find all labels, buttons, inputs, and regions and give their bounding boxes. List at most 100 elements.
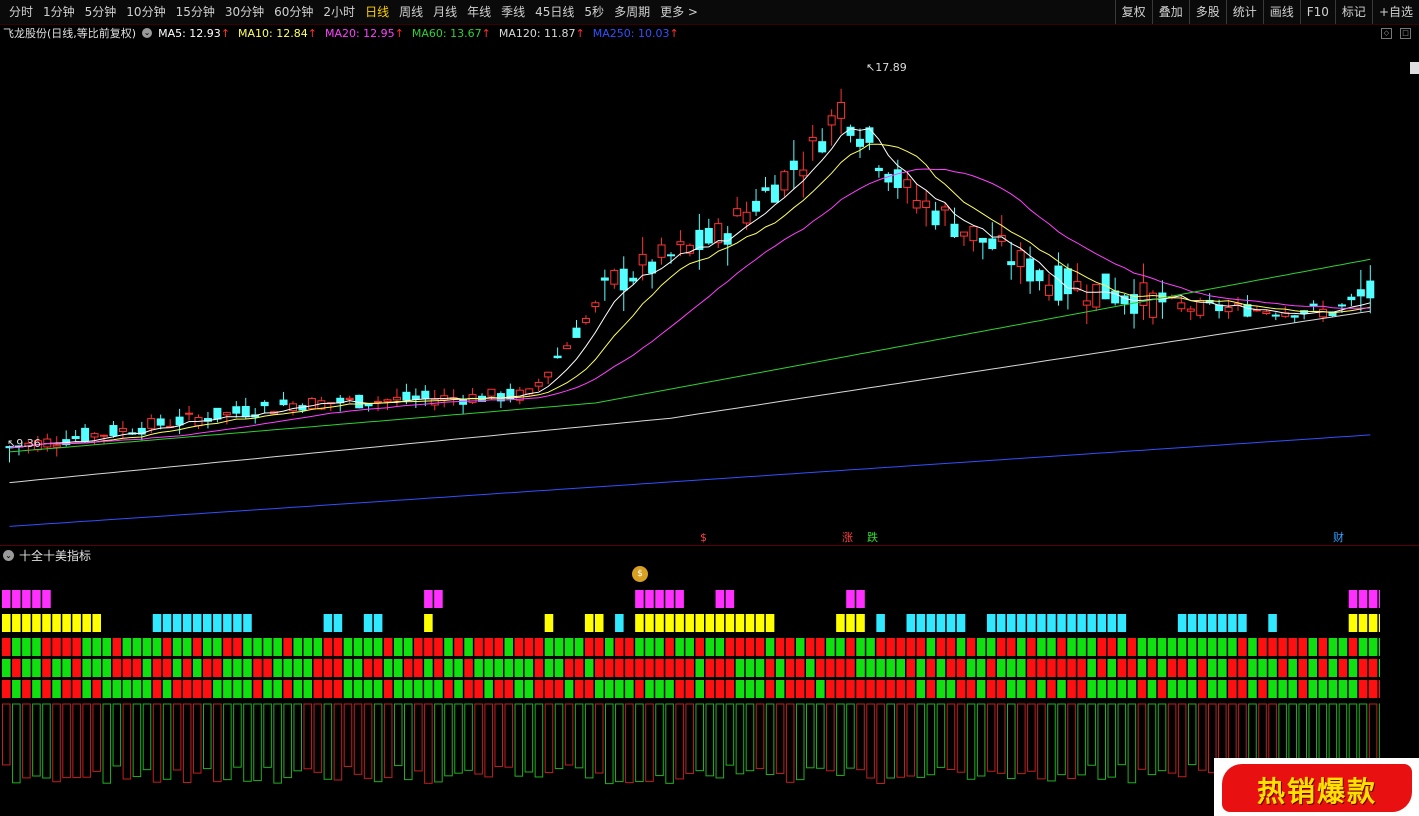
candle[interactable] xyxy=(874,165,883,178)
candle[interactable] xyxy=(638,237,647,281)
limit-down-mark[interactable]: 跌 xyxy=(867,531,878,544)
period-tab-9[interactable]: 周线 xyxy=(394,0,428,24)
settings-icon[interactable]: □ xyxy=(1400,28,1411,39)
candle[interactable] xyxy=(704,218,713,245)
candle[interactable] xyxy=(600,269,609,301)
indicator-toggle-icon[interactable]: ⌄ xyxy=(3,549,14,561)
period-tab-12[interactable]: 季线 xyxy=(496,0,530,24)
candle[interactable] xyxy=(1281,306,1290,319)
candle[interactable] xyxy=(421,385,430,407)
candle[interactable] xyxy=(185,405,194,421)
candle[interactable] xyxy=(846,124,855,143)
candle[interactable] xyxy=(818,128,827,154)
candle[interactable] xyxy=(808,124,817,161)
candle[interactable] xyxy=(1007,241,1016,280)
period-tab-13[interactable]: 45日线 xyxy=(530,0,579,24)
period-tab-3[interactable]: 10分钟 xyxy=(121,0,170,24)
candle[interactable] xyxy=(657,237,666,265)
period-tab-4[interactable]: 15分钟 xyxy=(171,0,220,24)
candles[interactable] xyxy=(5,88,1375,463)
candle[interactable] xyxy=(213,407,222,423)
candle[interactable] xyxy=(931,201,940,230)
candle[interactable] xyxy=(969,225,978,252)
tool-button-7[interactable]: +自选 xyxy=(1371,0,1419,24)
candle[interactable] xyxy=(865,125,874,151)
period-tab-1[interactable]: 1分钟 xyxy=(38,0,80,24)
candle[interactable] xyxy=(459,394,468,414)
candle[interactable] xyxy=(1290,314,1299,323)
candle[interactable] xyxy=(81,424,90,444)
candle[interactable] xyxy=(1271,312,1280,321)
limit-up-mark[interactable]: 涨 xyxy=(842,531,853,544)
indicator-chart[interactable] xyxy=(0,564,1380,816)
candle[interactable] xyxy=(1186,306,1195,321)
candle[interactable] xyxy=(307,396,316,410)
candle[interactable] xyxy=(553,347,562,359)
tool-button-2[interactable]: 多股 xyxy=(1188,0,1226,24)
period-tab-2[interactable]: 5分钟 xyxy=(80,0,122,24)
candlestick-chart[interactable] xyxy=(0,42,1410,544)
panel-divider[interactable] xyxy=(0,545,1419,546)
dividend-mark[interactable]: $ xyxy=(700,531,707,544)
tool-button-3[interactable]: 统计 xyxy=(1225,0,1263,24)
candle[interactable] xyxy=(884,172,893,192)
candle[interactable] xyxy=(997,215,1006,247)
candle[interactable] xyxy=(714,218,723,249)
candle[interactable] xyxy=(903,171,912,204)
candle[interactable] xyxy=(1215,299,1224,319)
period-tab-10[interactable]: 月线 xyxy=(428,0,462,24)
candle[interactable] xyxy=(685,243,694,257)
side-panel-toggle[interactable] xyxy=(1410,62,1419,74)
candle[interactable] xyxy=(1082,284,1091,325)
candle[interactable] xyxy=(1366,265,1375,314)
tool-button-0[interactable]: 复权 xyxy=(1114,0,1152,24)
candle[interactable] xyxy=(959,231,968,246)
candle[interactable] xyxy=(572,319,581,338)
candle[interactable] xyxy=(1139,263,1148,321)
period-tab-0[interactable]: 分时 xyxy=(4,0,38,24)
candle[interactable] xyxy=(260,400,269,414)
tool-button-6[interactable]: 标记 xyxy=(1334,0,1372,24)
promo-banner[interactable]: 热销爆款 xyxy=(1214,758,1419,816)
candle[interactable] xyxy=(742,201,751,230)
candle[interactable] xyxy=(222,411,231,425)
candle[interactable] xyxy=(1224,299,1233,319)
candle[interactable] xyxy=(534,378,543,392)
candle[interactable] xyxy=(1035,268,1044,291)
expand-icon[interactable]: ◇ xyxy=(1381,28,1392,39)
candle[interactable] xyxy=(279,391,288,407)
candle[interactable] xyxy=(468,388,477,405)
candle[interactable] xyxy=(71,430,80,442)
candle[interactable] xyxy=(610,268,619,289)
period-tab-7[interactable]: 2小时 xyxy=(318,0,360,24)
candle[interactable] xyxy=(1073,263,1082,292)
tool-button-1[interactable]: 叠加 xyxy=(1151,0,1189,24)
candle[interactable] xyxy=(856,128,864,159)
candle[interactable] xyxy=(733,196,742,217)
candle[interactable] xyxy=(563,342,572,350)
candle[interactable] xyxy=(232,401,241,418)
candle[interactable] xyxy=(752,188,761,216)
candle[interactable] xyxy=(676,230,685,257)
candle[interactable] xyxy=(978,237,987,260)
candle[interactable] xyxy=(52,436,61,457)
candle[interactable] xyxy=(789,140,798,189)
period-tab-6[interactable]: 60分钟 xyxy=(269,0,318,24)
candle[interactable] xyxy=(1045,273,1053,301)
candle[interactable] xyxy=(780,169,789,197)
period-tab-5[interactable]: 30分钟 xyxy=(220,0,269,24)
candle[interactable] xyxy=(1309,300,1318,311)
finance-report-mark[interactable]: 财 xyxy=(1333,531,1344,544)
candle[interactable] xyxy=(1347,293,1356,307)
candle[interactable] xyxy=(449,389,458,406)
candle[interactable] xyxy=(156,414,165,430)
period-tab-11[interactable]: 年线 xyxy=(462,0,496,24)
candle[interactable] xyxy=(950,207,959,239)
candle[interactable] xyxy=(912,183,921,214)
candle[interactable] xyxy=(922,190,931,227)
candle[interactable] xyxy=(581,315,590,325)
candle[interactable] xyxy=(827,109,836,146)
candle[interactable] xyxy=(1092,283,1101,312)
period-tab-16[interactable]: 更多 > xyxy=(655,0,703,24)
candle[interactable] xyxy=(364,403,373,412)
